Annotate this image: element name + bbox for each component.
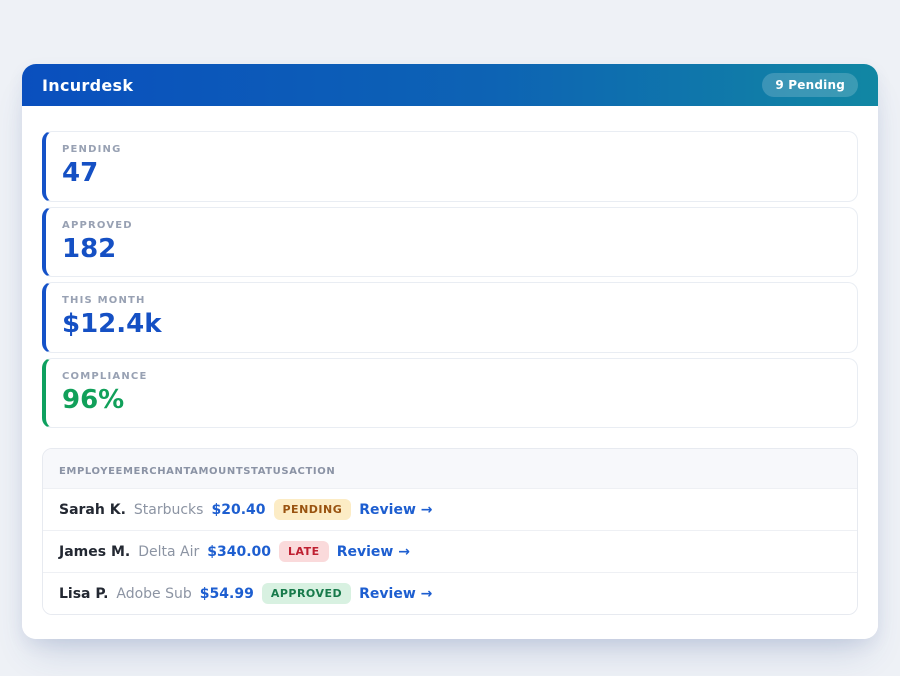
expenses-table: EMPLOYEEMERCHANTAMOUNTSTATUSACTION Sarah…: [42, 448, 858, 615]
employee-name: Lisa P.: [59, 586, 108, 602]
status-badge: PENDING: [274, 499, 352, 520]
stat-card-compliance: COMPLIANCE 96%: [42, 358, 858, 429]
stat-label: APPROVED: [62, 220, 841, 231]
expense-amount: $20.40: [211, 502, 265, 518]
table-header-row: EMPLOYEEMERCHANTAMOUNTSTATUSACTION: [43, 449, 857, 488]
column-header-employee: EMPLOYEE: [59, 466, 123, 477]
stat-value: 47: [62, 159, 841, 188]
panel-body: PENDING 47 APPROVED 182 THIS MONTH $12.4…: [22, 106, 878, 639]
stat-label: THIS MONTH: [62, 295, 841, 306]
app-panel: Incurdesk 9 Pending PENDING 47 APPROVED …: [22, 64, 878, 639]
app-title: Incurdesk: [42, 76, 133, 95]
column-header-action: ACTION: [289, 466, 335, 477]
merchant-name: Delta Air: [138, 544, 199, 560]
review-link[interactable]: Review →: [359, 586, 432, 602]
column-header-merchant: MERCHANT: [123, 466, 190, 477]
stat-card-pending: PENDING 47: [42, 131, 858, 202]
table-row: Sarah K. Starbucks $20.40 PENDING Review…: [43, 488, 857, 530]
stat-card-approved: APPROVED 182: [42, 207, 858, 278]
stat-value: $12.4k: [62, 310, 841, 339]
stat-label: COMPLIANCE: [62, 371, 841, 382]
merchant-name: Starbucks: [134, 502, 204, 518]
stat-card-this-month: THIS MONTH $12.4k: [42, 282, 858, 353]
review-link[interactable]: Review →: [359, 502, 432, 518]
column-header-status: STATUS: [243, 466, 289, 477]
stat-value: 96%: [62, 386, 841, 415]
expense-amount: $340.00: [207, 544, 271, 560]
employee-name: Sarah K.: [59, 502, 126, 518]
status-badge: APPROVED: [262, 583, 351, 604]
merchant-name: Adobe Sub: [116, 586, 191, 602]
employee-name: James M.: [59, 544, 130, 560]
review-link[interactable]: Review →: [337, 544, 410, 560]
column-header-amount: AMOUNT: [190, 466, 243, 477]
table-row: James M. Delta Air $340.00 LATE Review →: [43, 530, 857, 572]
app-header: Incurdesk 9 Pending: [22, 64, 878, 106]
table-row: Lisa P. Adobe Sub $54.99 APPROVED Review…: [43, 572, 857, 614]
stat-value: 182: [62, 235, 841, 264]
expense-amount: $54.99: [200, 586, 254, 602]
pending-count-badge[interactable]: 9 Pending: [762, 73, 858, 97]
stat-label: PENDING: [62, 144, 841, 155]
status-badge: LATE: [279, 541, 329, 562]
